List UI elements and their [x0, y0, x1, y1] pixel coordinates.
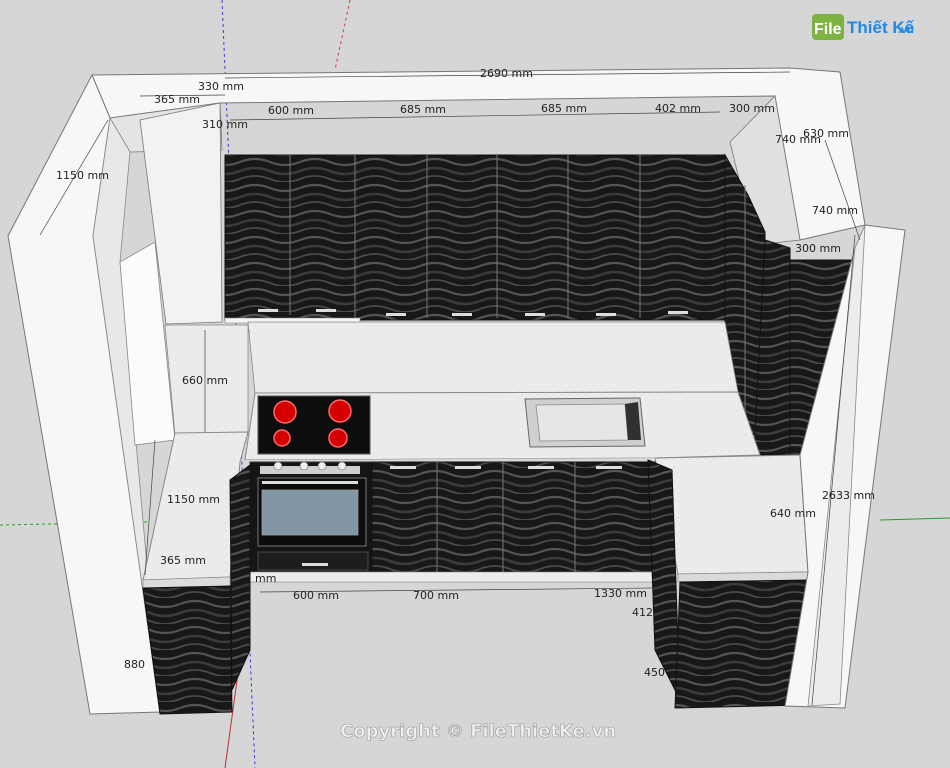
- dim-upper-cab-3: 685 mm: [541, 102, 587, 115]
- logo-domain: .vn: [898, 24, 914, 36]
- dim-left-column-width: 365 mm: [154, 93, 200, 106]
- dim-base-cab-3: 1330 mm: [594, 587, 647, 600]
- dim-right-total-height: 2633 mm: [822, 489, 875, 502]
- filethietke-logo: File Thiết Kế .vn: [812, 14, 915, 40]
- sink: [524, 397, 646, 448]
- dim-left-column-offset: 310 mm: [202, 118, 248, 131]
- dim-right-upper-depth-2: 630 mm: [803, 127, 849, 140]
- dim-left-base-height: 880: [124, 658, 145, 671]
- dim-left-base-length: 1150 mm: [167, 493, 220, 506]
- dim-right-base-450: 450: [644, 666, 665, 679]
- dim-upper-cab-2: 685 mm: [400, 103, 446, 116]
- dim-right-counter-length: 640 mm: [770, 507, 816, 520]
- dim-right-column-width: 300 mm: [795, 242, 841, 255]
- dim-right-base-412: 412: [632, 606, 653, 619]
- induction-hob: [257, 395, 371, 455]
- dim-left-base-width: 365 mm: [160, 554, 206, 567]
- dim-left-upper-height: 1150 mm: [56, 169, 109, 182]
- dim-right-upper-depth-3: 740 mm: [812, 204, 858, 217]
- dim-total-width: 2690 mm: [480, 67, 533, 80]
- kitchen-3d-drawing: 2690 mm 330 mm 365 mm 310 mm 600 mm 685 …: [0, 0, 950, 768]
- dim-top-left-depth: 330 mm: [198, 80, 244, 93]
- dim-upper-cab-5: 300 mm: [729, 102, 775, 115]
- dim-upper-cab-4: 402 mm: [655, 102, 701, 115]
- copyright-watermark: Copyright © FileThietKe.vn: [340, 721, 616, 742]
- dim-base-cab-2: 700 mm: [413, 589, 459, 602]
- dim-unit-mm: mm: [255, 572, 276, 585]
- dim-base-cab-1: 600 mm: [293, 589, 339, 602]
- dim-backsplash-height: 660 mm: [182, 374, 228, 387]
- dim-upper-cab-1: 600 mm: [268, 104, 314, 117]
- upper-cabinets: [224, 154, 726, 324]
- logo-badge-text: File: [814, 21, 842, 38]
